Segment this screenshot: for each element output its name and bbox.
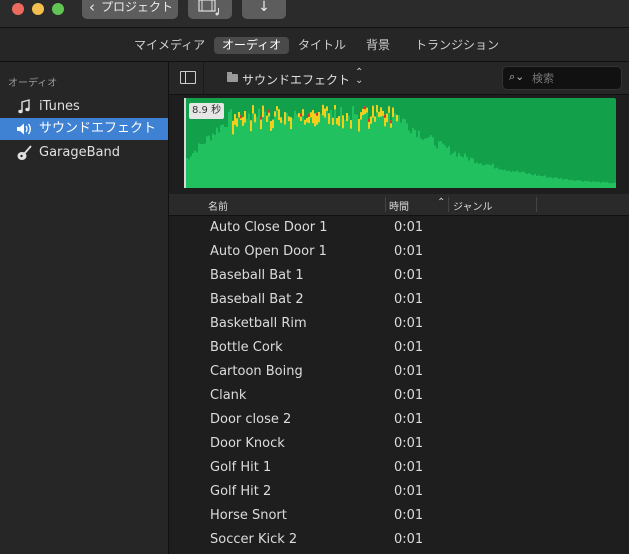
sound-name: Auto Open Door 1 xyxy=(210,244,327,259)
zoom-window-button[interactable] xyxy=(52,3,64,15)
sound-duration: 0:01 xyxy=(394,316,424,331)
tab-audio[interactable]: オーディオ xyxy=(214,37,290,54)
table-row[interactable]: Horse Snort 0:01 xyxy=(169,504,629,528)
table-row[interactable]: Golf Hit 2 0:01 xyxy=(169,480,629,504)
table-row[interactable]: Bottle Cork 0:01 xyxy=(169,336,629,360)
tab-titles[interactable]: タイトル xyxy=(298,37,346,54)
sound-name: Clank xyxy=(210,388,247,403)
sidebar-toggle-icon[interactable] xyxy=(180,71,196,84)
sound-name: Horse Snort xyxy=(210,508,287,523)
sound-duration: 0:01 xyxy=(394,460,424,475)
sound-duration: 0:01 xyxy=(394,508,424,523)
table-header: 名前 時間 ⌃ ジャンル xyxy=(169,194,629,216)
tab-transitions[interactable]: トランジション xyxy=(415,37,499,54)
waveform-graphic[interactable] xyxy=(184,98,616,188)
table-row[interactable]: Baseball Bat 2 0:01 xyxy=(169,288,629,312)
folder-icon xyxy=(227,72,238,82)
import-media-button[interactable] xyxy=(188,0,232,19)
divider xyxy=(203,62,204,94)
sound-duration: 0:01 xyxy=(394,388,424,403)
close-window-button[interactable] xyxy=(12,3,24,15)
sidebar: オーディオ iTunes サウンドエフェクト GarageBand xyxy=(0,62,168,554)
sound-name: Bottle Cork xyxy=(210,340,283,355)
sidebar-section-header: オーディオ xyxy=(8,78,58,89)
divider xyxy=(448,197,449,212)
updown-chevron-icon[interactable]: ⌃ ⌄ xyxy=(355,68,363,86)
sound-duration: 0:01 xyxy=(394,436,424,451)
duration-badge: 8.9 秒 xyxy=(189,103,225,119)
sidebar-item-label: iTunes xyxy=(39,99,80,114)
table-row[interactable]: Clank 0:01 xyxy=(169,384,629,408)
sound-name: Cartoon Boing xyxy=(210,364,303,379)
sound-duration: 0:01 xyxy=(394,364,424,379)
sound-name: Baseball Bat 2 xyxy=(210,292,304,307)
sound-name: Door close 2 xyxy=(210,412,292,427)
table-row[interactable]: Door Knock 0:01 xyxy=(169,432,629,456)
tab-backgrounds[interactable]: 背景 xyxy=(366,37,390,54)
sound-name: Soccer Kick 2 xyxy=(210,532,298,547)
search-icon: ⌕⌄ xyxy=(509,70,525,83)
sidebar-item-itunes[interactable]: iTunes xyxy=(0,96,168,118)
sound-duration: 0:01 xyxy=(394,340,424,355)
sound-duration: 0:01 xyxy=(394,292,424,307)
sound-duration: 0:01 xyxy=(394,532,424,547)
divider xyxy=(385,197,386,212)
column-header-time[interactable]: 時間 xyxy=(389,198,409,213)
table-row[interactable]: Auto Close Door 1 0:01 xyxy=(169,216,629,240)
arrow-down-icon: ↓ xyxy=(258,0,270,15)
column-header-genre[interactable]: ジャンル xyxy=(453,198,493,213)
minimize-window-button[interactable] xyxy=(32,3,44,15)
film-music-icon xyxy=(198,0,219,16)
sound-duration: 0:01 xyxy=(394,412,424,427)
media-tabs: マイメディア オーディオ タイトル 背景 トランジション xyxy=(0,28,629,61)
divider xyxy=(536,197,537,212)
table-row[interactable]: Baseball Bat 1 0:01 xyxy=(169,264,629,288)
table-row[interactable]: Golf Hit 1 0:01 xyxy=(169,456,629,480)
sidebar-item-label: サウンドエフェクト xyxy=(39,121,157,136)
sidebar-item-label: GarageBand xyxy=(39,145,120,160)
table-row[interactable]: Soccer Kick 2 0:01 xyxy=(169,528,629,552)
search-field[interactable]: ⌕⌄ xyxy=(502,66,622,90)
speaker-icon xyxy=(16,118,34,140)
chevron-left-icon: ‹ xyxy=(89,0,95,16)
tab-my-media[interactable]: マイメディア xyxy=(134,37,205,54)
back-button-label: プロジェクト xyxy=(101,0,174,14)
sound-name: Baseball Bat 1 xyxy=(210,268,304,283)
music-note-icon xyxy=(16,96,34,118)
sound-duration: 0:01 xyxy=(394,244,424,259)
search-input[interactable] xyxy=(530,69,620,87)
sound-name: Golf Hit 1 xyxy=(210,460,272,475)
guitar-icon xyxy=(16,142,34,164)
browser-toolbar: サウンドエフェクト ⌃ ⌄ ⌕⌄ xyxy=(169,62,629,94)
table-row[interactable]: Basketball Rim 0:01 xyxy=(169,312,629,336)
back-to-projects-button[interactable]: ‹ プロジェクト xyxy=(82,0,178,19)
table-row[interactable]: Door close 2 0:01 xyxy=(169,408,629,432)
download-button[interactable]: ↓ xyxy=(242,0,286,19)
table-row[interactable]: Auto Open Door 1 0:01 xyxy=(169,240,629,264)
table-row[interactable]: Cartoon Boing 0:01 xyxy=(169,360,629,384)
sound-duration: 0:01 xyxy=(394,220,424,235)
sidebar-item-sound-effects[interactable]: サウンドエフェクト xyxy=(0,118,168,140)
sort-ascending-icon[interactable]: ⌃ xyxy=(437,197,445,208)
sound-name: Auto Close Door 1 xyxy=(210,220,328,235)
sound-name: Door Knock xyxy=(210,436,285,451)
waveform-preview[interactable] xyxy=(169,95,629,193)
sound-duration: 0:01 xyxy=(394,268,424,283)
sound-name: Basketball Rim xyxy=(210,316,307,331)
toolbar: ‹ プロジェクト ↓ xyxy=(0,0,629,27)
sound-duration: 0:01 xyxy=(394,484,424,499)
sound-list: Auto Close Door 1 0:01 Auto Open Door 1 0:0… xyxy=(169,216,629,554)
sound-name: Golf Hit 2 xyxy=(210,484,272,499)
sidebar-item-garageband[interactable]: GarageBand xyxy=(0,142,168,164)
column-header-name[interactable]: 名前 xyxy=(208,198,228,213)
location-popup[interactable]: サウンドエフェクト xyxy=(242,71,350,88)
